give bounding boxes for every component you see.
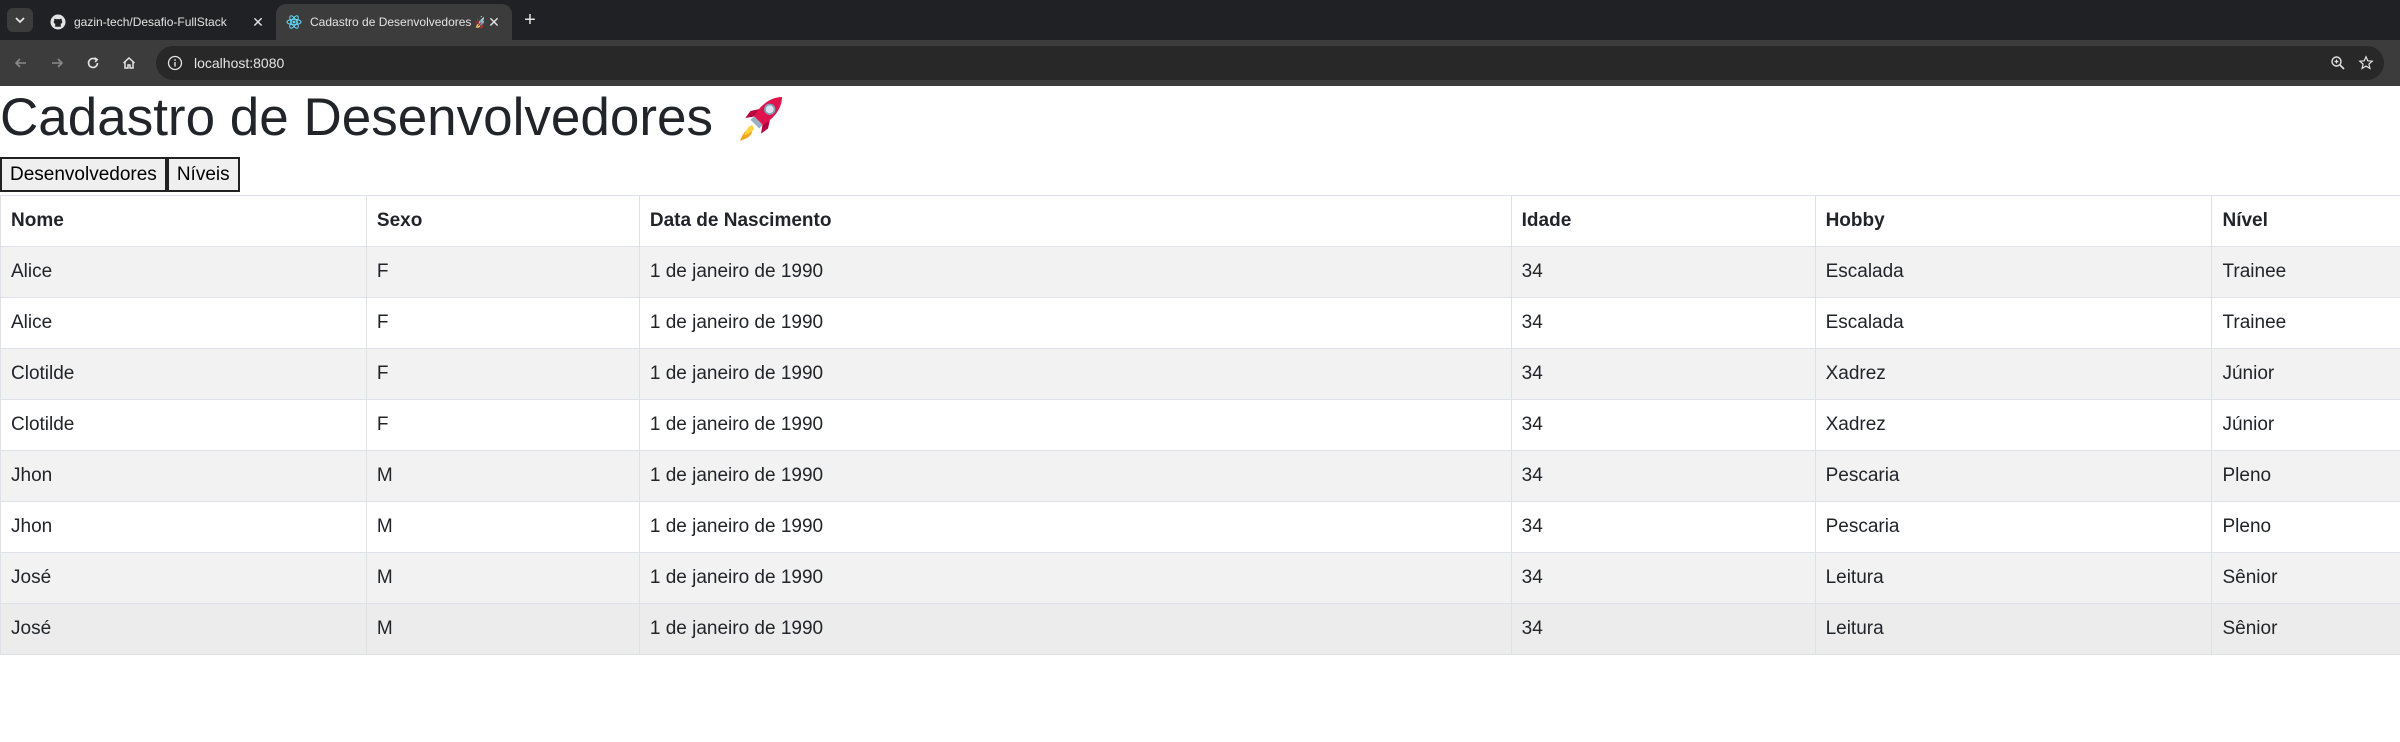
cell-nome: Clotilde bbox=[0, 399, 367, 451]
github-icon bbox=[50, 14, 66, 30]
info-icon[interactable] bbox=[166, 54, 184, 72]
browser-toolbar: localhost:8080 bbox=[0, 40, 2400, 86]
page-title-text: Cadastro de Desenvolvedores bbox=[0, 88, 713, 147]
back-button[interactable] bbox=[8, 50, 34, 76]
table-row: Jhon M 1 de janeiro de 1990 34 Pescaria … bbox=[0, 450, 2400, 502]
reload-button[interactable] bbox=[80, 50, 106, 76]
tab-title: gazin-tech/Desafio-FullStack bbox=[74, 15, 227, 29]
cell-idade: 34 bbox=[1510, 246, 1816, 298]
cell-data-nascimento: 1 de janeiro de 1990 bbox=[638, 246, 1512, 298]
browser-tab-github[interactable]: gazin-tech/Desafio-FullStack ✕ bbox=[40, 4, 276, 40]
cell-nivel: Trainee bbox=[2211, 246, 2400, 298]
home-icon bbox=[122, 56, 136, 69]
page-title: Cadastro de Desenvolvedores bbox=[0, 86, 789, 150]
cell-hobby: Xadrez bbox=[1814, 399, 2212, 451]
table-row: Alice F 1 de janeiro de 1990 34 Escalada… bbox=[0, 297, 2400, 349]
table-row: Clotilde F 1 de janeiro de 1990 34 Xadre… bbox=[0, 399, 2400, 451]
cell-idade: 34 bbox=[1510, 297, 1816, 349]
table-row: Alice F 1 de janeiro de 1990 34 Escalada… bbox=[0, 246, 2400, 298]
cell-data-nascimento: 1 de janeiro de 1990 bbox=[638, 450, 1512, 502]
desenvolvedores-button[interactable]: Desenvolvedores bbox=[0, 157, 167, 192]
cell-data-nascimento: 1 de janeiro de 1990 bbox=[638, 399, 1512, 451]
cell-nivel: Sênior bbox=[2211, 552, 2400, 604]
page-content: Cadastro de Desenvolvedores Desenvolvedo… bbox=[0, 86, 2400, 742]
zoom-icon[interactable] bbox=[2328, 53, 2348, 73]
cell-nome: Jhon bbox=[0, 501, 367, 553]
cell-hobby: Escalada bbox=[1814, 246, 2212, 298]
rocket-icon bbox=[739, 97, 782, 141]
cell-sexo: F bbox=[365, 297, 640, 349]
cell-data-nascimento: 1 de janeiro de 1990 bbox=[638, 348, 1512, 400]
cell-nivel: Trainee bbox=[2211, 297, 2400, 349]
browser-tab-cadastro[interactable]: Cadastro de Desenvolvedores 🚀 ✕ bbox=[276, 4, 512, 40]
react-icon bbox=[286, 14, 302, 30]
header-nome: Nome bbox=[0, 195, 367, 247]
cell-hobby: Escalada bbox=[1814, 297, 2212, 349]
cell-nome: José bbox=[0, 603, 367, 655]
cell-nome: Alice bbox=[0, 246, 367, 298]
cell-idade: 34 bbox=[1510, 552, 1816, 604]
header-idade: Idade bbox=[1510, 195, 1816, 247]
cell-sexo: F bbox=[365, 399, 640, 451]
cell-nivel: Júnior bbox=[2211, 399, 2400, 451]
cell-idade: 34 bbox=[1510, 501, 1816, 553]
cell-nivel: Pleno bbox=[2211, 501, 2400, 553]
cell-hobby: Pescaria bbox=[1814, 450, 2212, 502]
cell-sexo: M bbox=[365, 450, 640, 502]
arrow-left-icon bbox=[14, 58, 26, 68]
cell-sexo: F bbox=[365, 246, 640, 298]
forward-button[interactable] bbox=[44, 50, 70, 76]
close-icon[interactable]: ✕ bbox=[248, 12, 268, 32]
new-tab-button[interactable]: + bbox=[518, 8, 542, 32]
developers-table: Nome Sexo Data de Nascimento Idade Hobby… bbox=[0, 195, 2400, 655]
cell-sexo: F bbox=[365, 348, 640, 400]
niveis-button[interactable]: Níveis bbox=[166, 157, 240, 192]
cell-sexo: M bbox=[365, 552, 640, 604]
table-row: Clotilde F 1 de janeiro de 1990 34 Xadre… bbox=[0, 348, 2400, 400]
cell-hobby: Leitura bbox=[1814, 603, 2212, 655]
cell-idade: 34 bbox=[1510, 399, 1816, 451]
bookmark-star-icon[interactable] bbox=[2356, 53, 2376, 73]
nav-buttons: Desenvolvedores Níveis bbox=[0, 157, 240, 192]
cell-nivel: Pleno bbox=[2211, 450, 2400, 502]
url-text[interactable]: localhost:8080 bbox=[194, 55, 2328, 71]
cell-data-nascimento: 1 de janeiro de 1990 bbox=[638, 501, 1512, 553]
cell-nome: Clotilde bbox=[0, 348, 367, 400]
reload-icon bbox=[87, 57, 99, 69]
header-hobby: Hobby bbox=[1814, 195, 2212, 247]
cell-nivel: Sênior bbox=[2211, 603, 2400, 655]
chevron-down-icon bbox=[15, 17, 25, 24]
header-data-nascimento: Data de Nascimento bbox=[638, 195, 1512, 247]
cell-nome: José bbox=[0, 552, 367, 604]
cell-idade: 34 bbox=[1510, 450, 1816, 502]
table-header-row: Nome Sexo Data de Nascimento Idade Hobby… bbox=[0, 195, 2400, 247]
cell-data-nascimento: 1 de janeiro de 1990 bbox=[638, 603, 1512, 655]
table-row: Jhon M 1 de janeiro de 1990 34 Pescaria … bbox=[0, 501, 2400, 553]
cell-nivel: Júnior bbox=[2211, 348, 2400, 400]
plus-icon: + bbox=[524, 8, 536, 31]
browser-tabstrip: gazin-tech/Desafio-FullStack ✕ Cadastro … bbox=[0, 0, 2400, 40]
tab-title: Cadastro de Desenvolvedores 🚀 bbox=[310, 15, 484, 29]
cell-idade: 34 bbox=[1510, 603, 1816, 655]
table-row: José M 1 de janeiro de 1990 34 Leitura S… bbox=[0, 552, 2400, 604]
cell-sexo: M bbox=[365, 603, 640, 655]
cell-sexo: M bbox=[365, 501, 640, 553]
cell-data-nascimento: 1 de janeiro de 1990 bbox=[638, 297, 1512, 349]
cell-hobby: Pescaria bbox=[1814, 501, 2212, 553]
address-bar[interactable]: localhost:8080 bbox=[156, 46, 2384, 80]
cell-nome: Jhon bbox=[0, 450, 367, 502]
home-button[interactable] bbox=[116, 50, 142, 76]
header-nivel: Nível bbox=[2211, 195, 2400, 247]
cell-idade: 34 bbox=[1510, 348, 1816, 400]
cell-hobby: Xadrez bbox=[1814, 348, 2212, 400]
table-row: José M 1 de janeiro de 1990 34 Leitura S… bbox=[0, 603, 2400, 655]
close-icon[interactable]: ✕ bbox=[484, 12, 504, 32]
header-sexo: Sexo bbox=[365, 195, 640, 247]
arrow-right-icon bbox=[52, 58, 64, 68]
cell-data-nascimento: 1 de janeiro de 1990 bbox=[638, 552, 1512, 604]
tab-search-button[interactable] bbox=[7, 8, 33, 32]
cell-hobby: Leitura bbox=[1814, 552, 2212, 604]
cell-nome: Alice bbox=[0, 297, 367, 349]
